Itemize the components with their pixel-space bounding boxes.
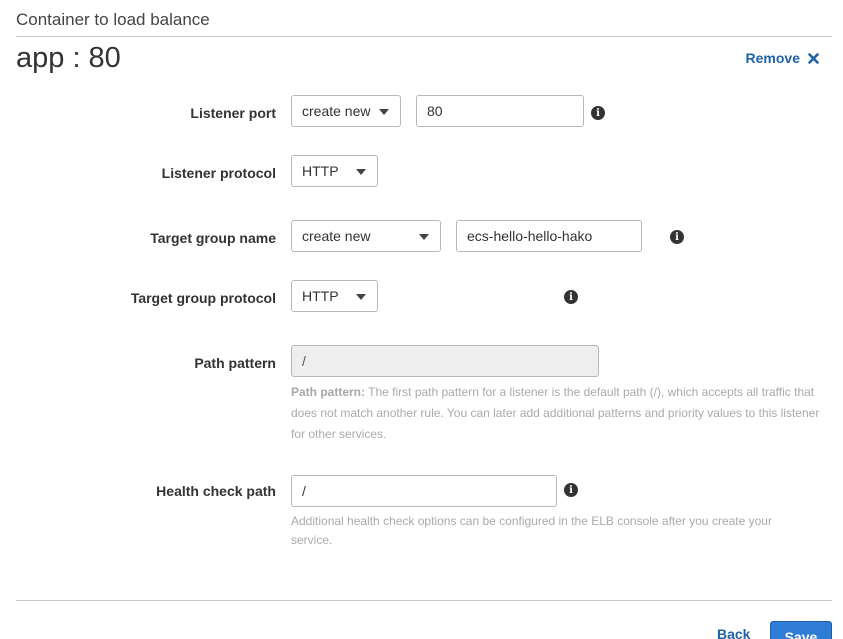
listener-protocol-select[interactable]: HTTP xyxy=(291,155,378,187)
target-group-protocol-select[interactable]: HTTP xyxy=(291,280,378,312)
target-group-name-label: Target group name xyxy=(150,230,276,246)
path-pattern-input xyxy=(291,345,599,377)
remove-label: Remove xyxy=(745,50,800,66)
listener-port-input[interactable] xyxy=(416,95,584,127)
path-pattern-label: Path pattern xyxy=(194,355,276,371)
path-pattern-help: Path pattern: The first path pattern for… xyxy=(291,382,826,445)
chevron-down-icon xyxy=(356,294,366,300)
health-check-help: Additional health check options can be c… xyxy=(291,514,772,547)
info-icon[interactable]: i xyxy=(564,290,578,304)
container-name: app : 80 xyxy=(16,42,121,74)
target-group-name-input[interactable] xyxy=(456,220,642,252)
close-icon xyxy=(808,52,819,64)
target-group-protocol-label: Target group protocol xyxy=(130,290,276,306)
target-group-protocol-value: HTTP xyxy=(302,288,339,304)
target-group-mode-value: create new xyxy=(302,228,371,244)
target-group-mode-select[interactable]: create new xyxy=(291,220,441,252)
info-icon[interactable]: i xyxy=(670,230,684,244)
chevron-down-icon xyxy=(419,234,429,240)
listener-protocol-value: HTTP xyxy=(302,163,339,179)
listener-port-label: Listener port xyxy=(190,105,276,121)
back-button[interactable]: Back xyxy=(717,626,750,639)
section-title: Container to load balance xyxy=(16,10,210,29)
chevron-down-icon xyxy=(379,109,389,115)
listener-port-mode-select[interactable]: create new xyxy=(291,95,401,127)
listener-protocol-label: Listener protocol xyxy=(161,165,276,181)
listener-port-mode-value: create new xyxy=(302,103,371,119)
info-icon[interactable]: i xyxy=(564,483,578,497)
info-icon[interactable]: i xyxy=(591,106,605,120)
path-pattern-help-title: Path pattern: xyxy=(291,385,366,399)
chevron-down-icon xyxy=(356,169,366,175)
health-check-path-label: Health check path xyxy=(156,483,276,499)
health-check-path-input[interactable] xyxy=(291,475,557,507)
bottom-divider xyxy=(16,600,832,601)
save-button[interactable]: Save xyxy=(770,621,832,639)
top-divider xyxy=(16,36,832,37)
path-pattern-help-text: The first path pattern for a listener is… xyxy=(291,385,820,441)
remove-button[interactable]: Remove xyxy=(746,50,819,66)
